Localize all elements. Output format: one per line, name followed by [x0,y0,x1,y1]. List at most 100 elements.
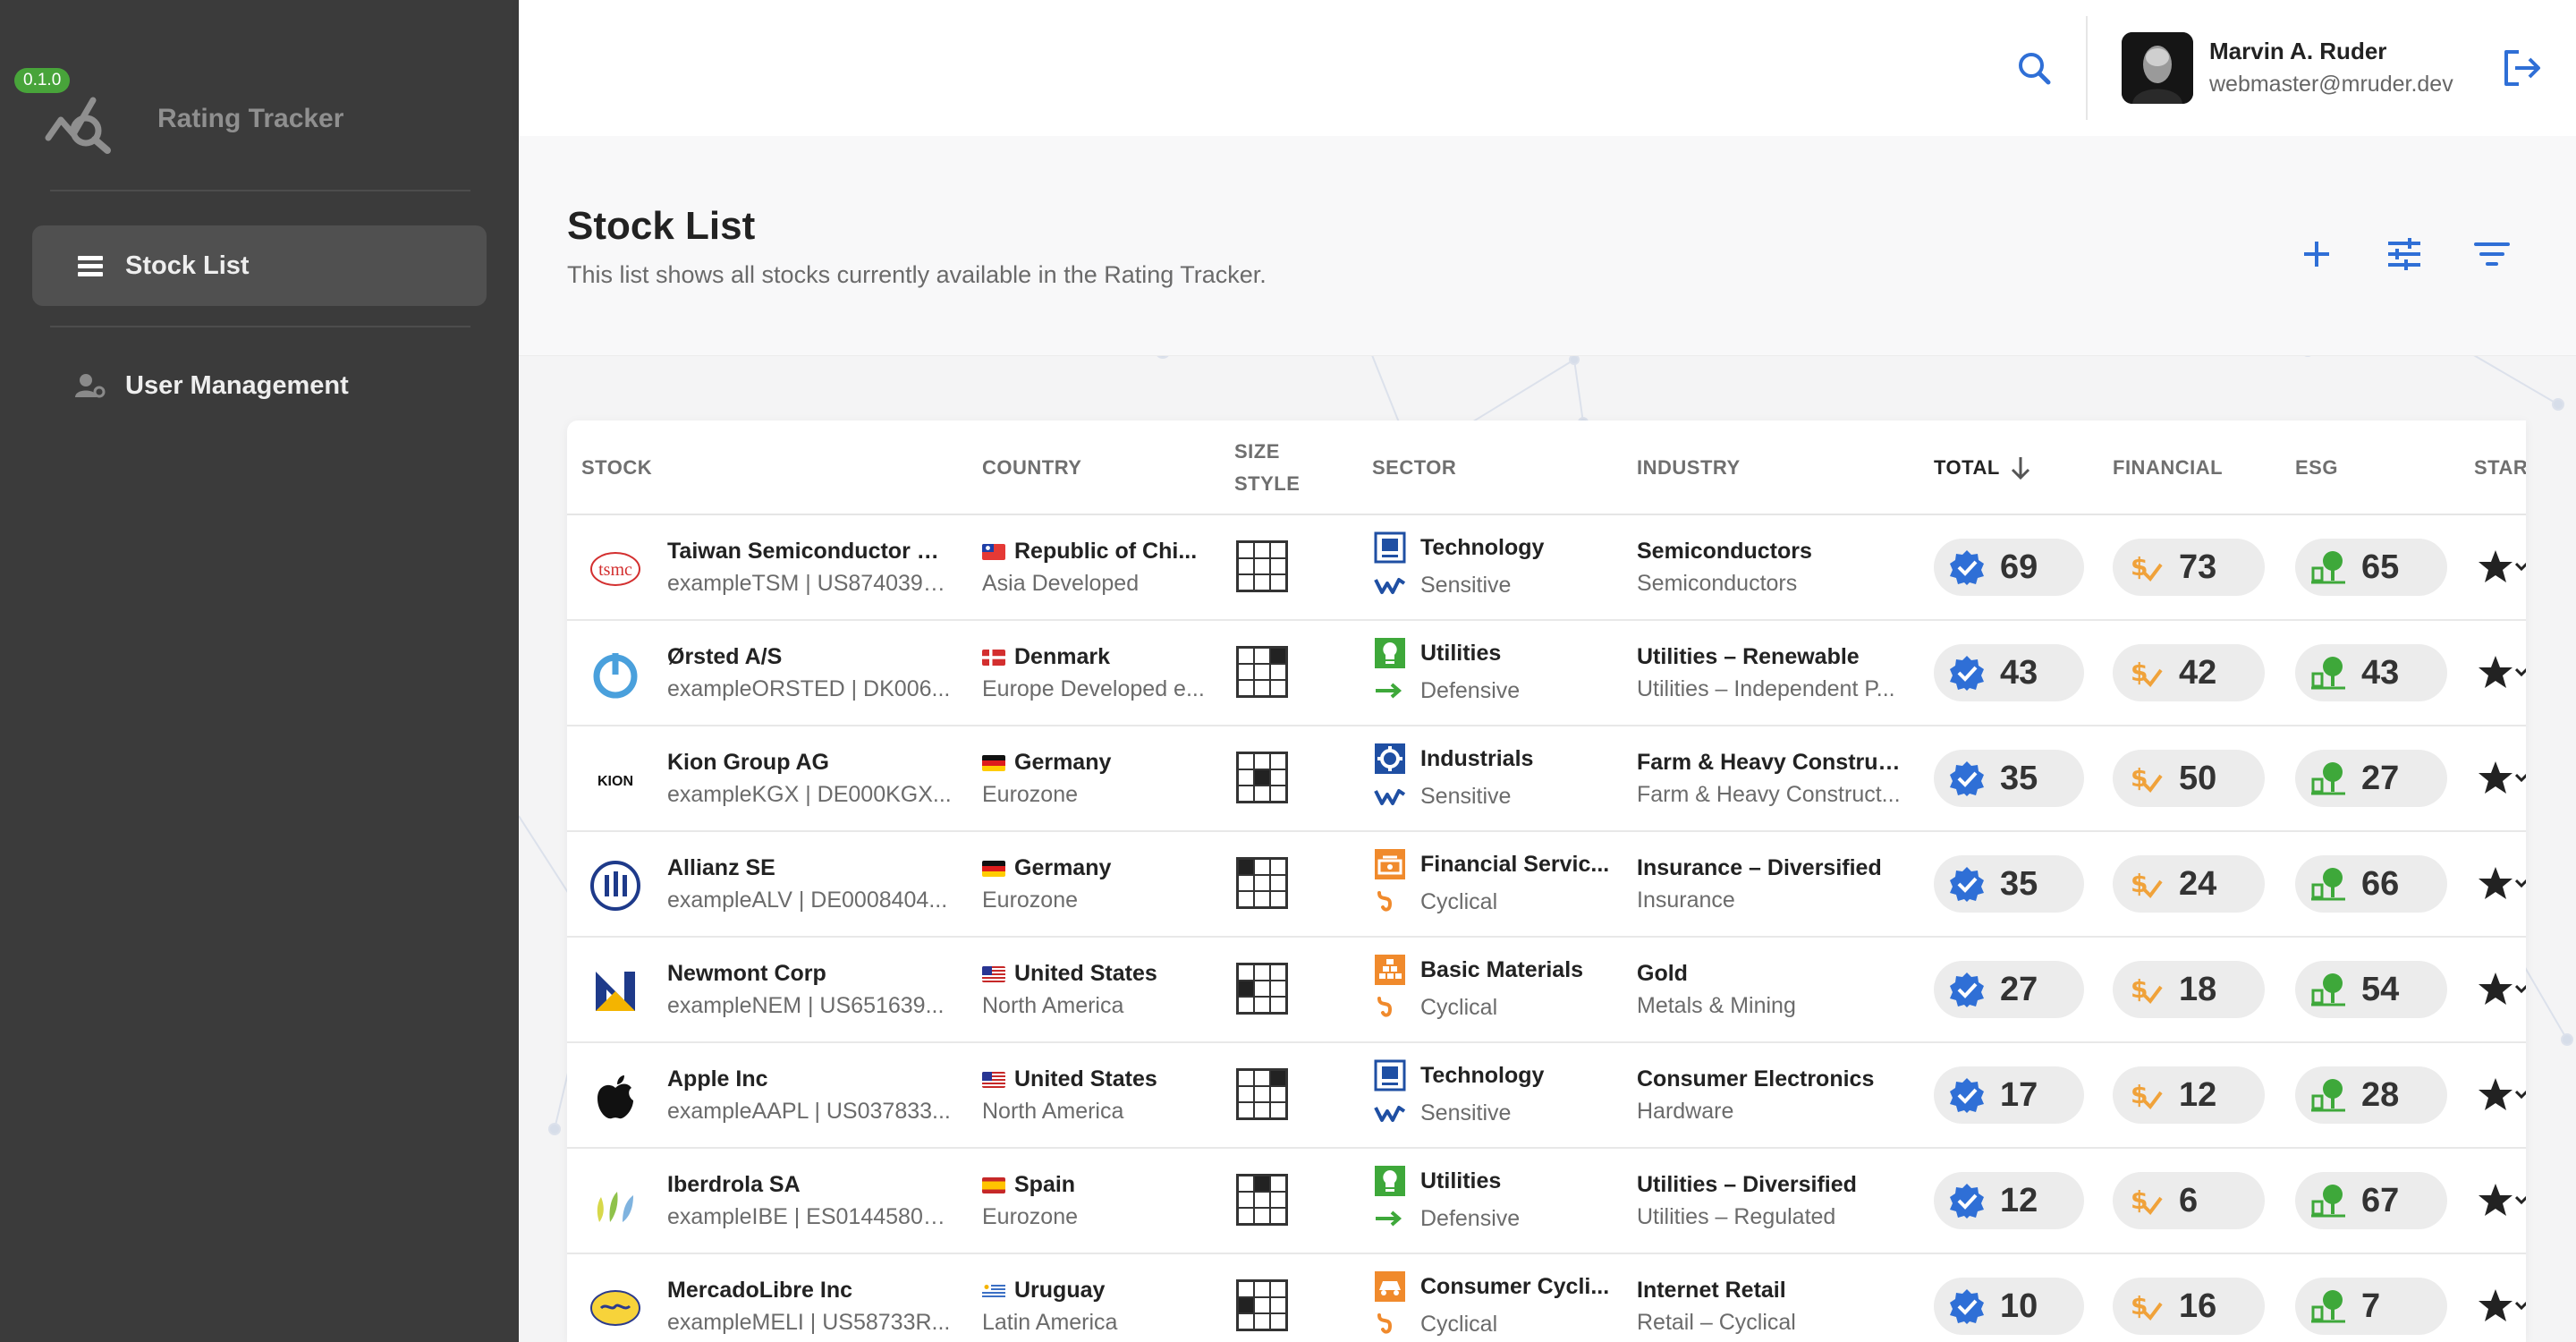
chevron-down-icon[interactable] [2515,560,2526,573]
star-rating-icon[interactable] [2476,1181,2515,1220]
region-name: Latin America [982,1310,1118,1335]
column-header-esg[interactable]: ESG [2295,456,2338,480]
super-sector-name: Sensitive [1420,784,1512,809]
table-row[interactable]: Newmont Corp exampleNEM | US651639... Un… [567,938,2526,1043]
esg-score-pill[interactable]: 66 [2295,855,2447,913]
esg-score-pill[interactable]: 65 [2295,539,2447,596]
table-row[interactable]: tsmc Taiwan Semiconductor M... exampleTS… [567,515,2526,621]
add-stock-button[interactable] [2292,229,2342,279]
stock-name[interactable]: Ørsted A/S [667,644,953,670]
table-row[interactable]: Ørsted A/S exampleORSTED | DK006... Denm… [567,621,2526,726]
total-score-pill[interactable]: 35 [1934,855,2084,913]
style-box-cell [1254,680,1270,696]
sort-arrow-down-icon[interactable] [2009,454,2032,481]
industry-group-name: Hardware [1637,1099,1734,1124]
size-style-box [1236,1279,1288,1331]
column-header-total[interactable]: TOTAL [1934,456,2000,480]
table-row[interactable]: Iberdrola SA exampleIBE | ES0144580Y... … [567,1149,2526,1254]
style-box-cell [1254,1281,1270,1297]
total-score-pill[interactable]: 17 [1934,1066,2084,1124]
chevron-down-icon[interactable] [2515,877,2526,889]
sidebar-item-user-management[interactable]: User Management [32,345,487,426]
svg-text:$: $ [2131,974,2148,1004]
country-name: Spain [1014,1172,1076,1197]
country-cell: Republic of Chi... [982,539,1206,565]
stock-name[interactable]: MercadoLibre Inc [667,1278,953,1304]
esg-score-pill[interactable]: 54 [2295,961,2447,1018]
star-rating-icon[interactable] [2476,970,2515,1009]
logout-icon[interactable] [2499,45,2546,91]
chevron-down-icon[interactable] [2515,1088,2526,1100]
chevron-down-icon[interactable] [2515,1299,2526,1312]
chevron-down-icon[interactable] [2515,982,2526,995]
chevron-down-icon[interactable] [2515,666,2526,678]
verified-badge-icon [1950,867,1984,902]
svg-text:$: $ [2131,1291,2148,1321]
style-box-cell [1270,558,1286,574]
style-box-cell [1270,1070,1286,1086]
sector-name: Utilities [1420,1168,1502,1193]
avatar[interactable] [2122,32,2193,104]
total-score-pill[interactable]: 12 [1934,1172,2084,1229]
style-box-cell [1238,753,1254,769]
financial-score-pill[interactable]: $50 [2113,750,2265,807]
financial-score-pill[interactable]: $12 [2113,1066,2265,1124]
column-header-stock[interactable]: STOCK [581,456,652,480]
table-row[interactable]: Apple Inc exampleAAPL | US037833... Unit… [567,1043,2526,1149]
total-score-pill[interactable]: 10 [1934,1278,2084,1335]
style-box-cell [1238,558,1254,574]
star-rating-icon[interactable] [2476,653,2515,692]
stock-name[interactable]: Kion Group AG [667,750,953,776]
total-score-pill[interactable]: 43 [1934,644,2084,701]
column-header-sector[interactable]: SECTOR [1372,456,1456,480]
esg-score-pill[interactable]: 28 [2295,1066,2447,1124]
filter-button[interactable] [2467,229,2517,279]
stock-name[interactable]: Newmont Corp [667,961,953,987]
column-header-country[interactable]: COUNTRY [982,456,1081,480]
star-rating-icon[interactable] [2476,548,2515,587]
sector-name: Industrials [1420,746,1534,771]
esg-score-pill[interactable]: 67 [2295,1172,2447,1229]
column-header-star[interactable]: STAR [2474,456,2526,480]
table-row[interactable]: MercadoLibre Inc exampleMELI | US58733R.… [567,1254,2526,1342]
column-header-industry[interactable]: INDUSTRY [1637,456,1741,480]
esg-score-pill[interactable]: 43 [2295,644,2447,701]
financial-score-pill[interactable]: $16 [2113,1278,2265,1335]
esg-score-pill[interactable]: 7 [2295,1278,2447,1335]
financial-score-pill[interactable]: $42 [2113,644,2265,701]
stock-name[interactable]: Allianz SE [667,855,953,881]
region-name: Europe Developed e... [982,676,1205,701]
svg-text:tsmc: tsmc [598,560,632,580]
column-header-size[interactable]: SIZE [1234,440,1280,463]
size-style-box [1236,540,1288,592]
stock-name[interactable]: Iberdrola SA [667,1172,953,1198]
financial-score-pill[interactable]: $6 [2113,1172,2265,1229]
sidebar-item-stock-list[interactable]: Stock List [32,225,487,306]
star-rating-icon[interactable] [2476,1287,2515,1326]
table-row[interactable]: KION Kion Group AG exampleKGX | DE000KGX… [567,726,2526,832]
table-row[interactable]: Allianz SE exampleALV | DE0008404... Ger… [567,832,2526,938]
star-rating-icon[interactable] [2476,759,2515,798]
total-score-pill[interactable]: 35 [1934,750,2084,807]
country-cell: Spain [982,1172,1206,1198]
star-rating-icon[interactable] [2476,864,2515,904]
svg-text:$: $ [2131,1080,2148,1109]
stock-name[interactable]: Taiwan Semiconductor M... [667,539,953,565]
star-rating-icon[interactable] [2476,1075,2515,1115]
esg-score-pill[interactable]: 27 [2295,750,2447,807]
sidebar-item-label: User Management [125,370,349,400]
financial-score-pill[interactable]: $73 [2113,539,2265,596]
column-header-style[interactable]: STYLE [1234,472,1300,496]
financial-score-pill[interactable]: $18 [2113,961,2265,1018]
total-score-pill[interactable]: 69 [1934,539,2084,596]
stock-name[interactable]: Apple Inc [667,1066,953,1092]
sector-name: Utilities [1420,641,1502,666]
chevron-down-icon[interactable] [2515,1193,2526,1206]
column-settings-button[interactable] [2379,229,2429,279]
search-icon[interactable] [2012,47,2057,91]
stock-logo [589,964,642,1018]
total-score-pill[interactable]: 27 [1934,961,2084,1018]
chevron-down-icon[interactable] [2515,771,2526,784]
column-header-financial[interactable]: FINANCIAL [2113,456,2223,480]
financial-score-pill[interactable]: $24 [2113,855,2265,913]
